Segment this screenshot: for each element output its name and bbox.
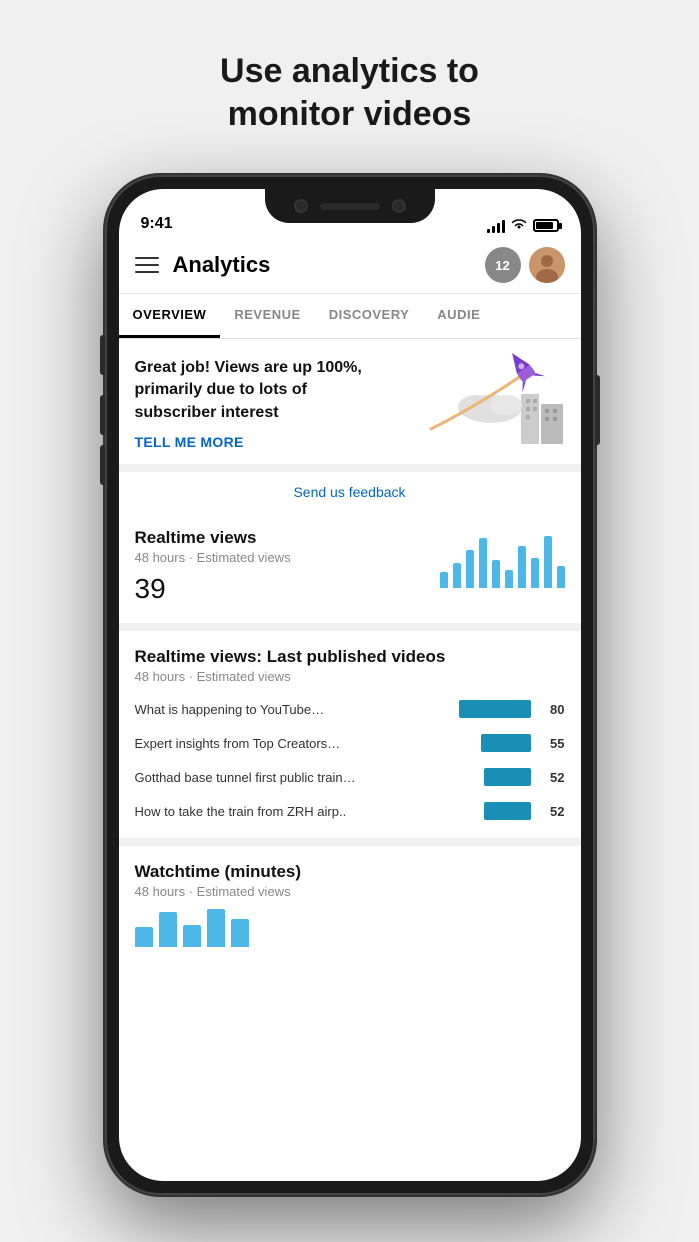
tabs-bar: OVERVIEW REVENUE DISCOVERY AUDIE [119,294,581,339]
watchtime-section: Watchtime (minutes) 48 hours · Estimated… [119,846,581,957]
insight-illustration [411,349,571,449]
wt-bar [159,912,177,947]
chart-bar [557,566,565,588]
video-bar-wrap: 55 [481,734,565,752]
insight-card: Great job! Views are up 100%, primarily … [119,339,581,472]
screen-content: Great job! Views are up 100%, primarily … [119,339,581,1178]
chart-bar [453,563,461,588]
chart-bar [544,536,552,588]
video-title: Gotthad base tunnel first public train… [135,770,474,785]
realtime-chart [440,533,565,588]
video-row[interactable]: How to take the train from ZRH airp.. 52 [135,794,565,828]
video-row[interactable]: What is happening to YouTube… 80 [135,692,565,726]
video-count: 80 [537,702,565,717]
chart-bar [531,558,539,588]
video-row[interactable]: Expert insights from Top Creators… 55 [135,726,565,760]
avatar-image [529,247,565,283]
phone-screen: 9:41 [119,189,581,1181]
hamburger-line-3 [135,271,159,273]
last-published-subtitle: 48 hours · Estimated views [135,669,565,684]
notch [265,189,435,223]
realtime-views-section: Realtime views 48 hours · Estimated view… [119,512,581,631]
tab-revenue[interactable]: REVENUE [220,294,314,338]
video-row[interactable]: Gotthad base tunnel first public train… … [135,760,565,794]
battery-icon [533,219,559,232]
wifi-icon [511,218,527,233]
battery-fill [536,222,553,229]
user-avatar[interactable] [529,247,565,283]
notch-camera [294,199,308,213]
video-bar [484,768,531,786]
wt-bar [207,909,225,947]
wt-bar [183,925,201,947]
video-bar [484,802,531,820]
notch-speaker [320,203,380,210]
status-icons [487,218,559,233]
phone-frame: 9:41 [105,175,595,1195]
video-bar-wrap: 80 [459,700,565,718]
video-title: Expert insights from Top Creators… [135,736,471,751]
video-bar [481,734,531,752]
video-bar-wrap: 52 [484,768,565,786]
hamburger-line-1 [135,257,159,259]
hamburger-line-2 [135,264,159,266]
wt-bar [231,919,249,947]
last-published-title: Realtime views: Last published videos [135,647,565,667]
wt-bar [135,927,153,947]
video-title: What is happening to YouTube… [135,702,449,717]
chart-bar [466,550,474,588]
chart-bar [518,546,526,588]
watchtime-title: Watchtime (minutes) [135,862,565,882]
watchtime-chart [135,907,565,947]
notification-badge[interactable]: 12 [485,247,521,283]
chart-bar [505,570,513,588]
phone-mockup: 9:41 [105,175,595,1195]
watchtime-subtitle: 48 hours · Estimated views [135,884,565,899]
tab-overview[interactable]: OVERVIEW [119,294,221,338]
notch-camera-right [392,199,406,213]
video-count: 55 [537,736,565,751]
menu-button[interactable] [135,257,159,273]
tab-discovery[interactable]: DISCOVERY [315,294,424,338]
video-bar-wrap: 52 [484,802,565,820]
chart-bar [479,538,487,588]
signal-icon [487,219,505,233]
status-time: 9:41 [141,215,173,233]
chart-bar [440,572,448,588]
video-count: 52 [537,770,565,785]
chart-bar [492,560,500,588]
video-count: 52 [537,804,565,819]
video-title: How to take the train from ZRH airp.. [135,804,474,819]
app-header: Analytics 12 [119,239,581,294]
video-bar [459,700,531,718]
last-published-section: Realtime views: Last published videos 48… [119,631,581,846]
hero-title: Use analytics to monitor videos [220,50,479,135]
tab-audience[interactable]: AUDIE [423,294,494,338]
feedback-link[interactable]: Send us feedback [119,472,581,512]
app-title: Analytics [173,252,485,278]
insight-text: Great job! Views are up 100%, primarily … [135,357,384,424]
